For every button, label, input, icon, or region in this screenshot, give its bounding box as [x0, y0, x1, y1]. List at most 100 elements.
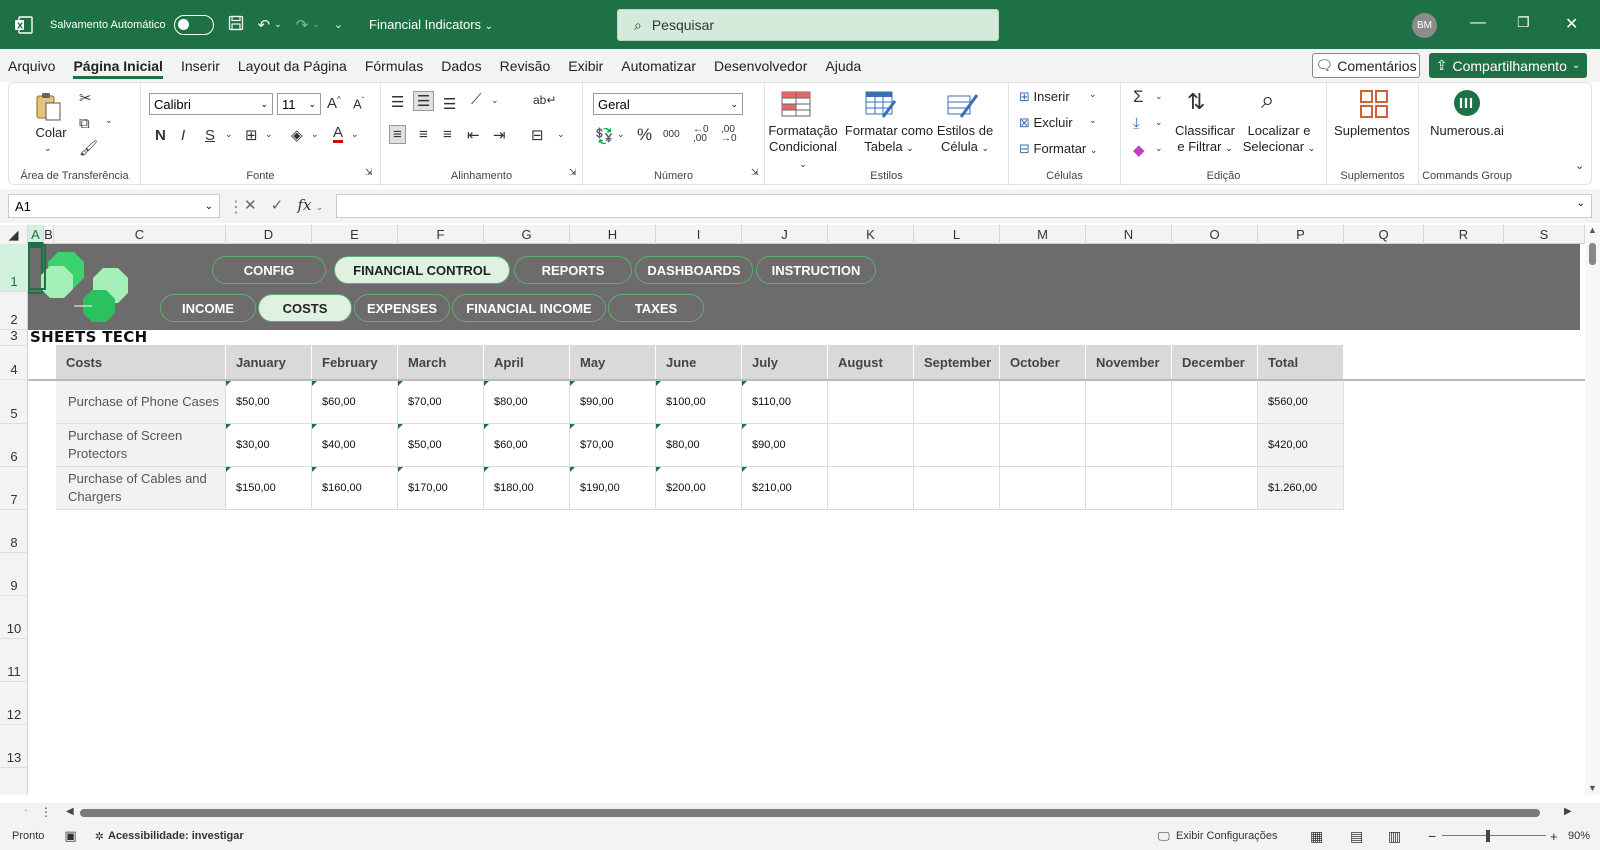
- page-layout-view-icon[interactable]: ▤: [1350, 828, 1363, 845]
- column-header[interactable]: B: [44, 225, 54, 244]
- row-header[interactable]: 6: [0, 424, 28, 467]
- collapse-ribbon-icon[interactable]: ⌄: [1575, 159, 1584, 172]
- orientation-dropdown-icon[interactable]: ⌄: [491, 95, 499, 106]
- row-header[interactable]: 11: [0, 639, 28, 682]
- zoom-in-icon[interactable]: +: [1550, 829, 1558, 844]
- value-cell[interactable]: $50,00: [398, 424, 484, 467]
- increase-decimal-icon[interactable]: ←0,00: [693, 125, 709, 144]
- nav-dashboards-button[interactable]: DASHBOARDS: [635, 256, 753, 284]
- format-cells-button[interactable]: ⊟ Formatar ⌄: [1019, 141, 1097, 158]
- currency-dropdown-icon[interactable]: ⌄: [617, 129, 625, 140]
- nav-financial-control-button[interactable]: FINANCIAL CONTROL: [334, 256, 510, 284]
- value-cell[interactable]: $60,00: [484, 424, 570, 467]
- clear-dropdown-icon[interactable]: ⌄: [1155, 143, 1163, 154]
- align-center-icon[interactable]: ≡: [419, 126, 428, 143]
- column-header[interactable]: P: [1258, 225, 1344, 244]
- find-select-label[interactable]: Localizar e Selecionar ⌄: [1239, 123, 1319, 156]
- close-icon[interactable]: ✕: [1565, 14, 1578, 34]
- row-header[interactable]: 3: [0, 328, 28, 346]
- scroll-left-icon[interactable]: ◀: [66, 806, 74, 817]
- fill-dropdown-icon[interactable]: ⌄: [311, 129, 319, 140]
- nav-reports-button[interactable]: REPORTS: [514, 256, 632, 284]
- macro-record-icon[interactable]: ▣: [64, 828, 76, 844]
- value-cell[interactable]: [1086, 467, 1172, 510]
- increase-indent-icon[interactable]: ⇥: [493, 126, 506, 144]
- table-header-cell[interactable]: June: [656, 345, 742, 379]
- font-size-select[interactable]: 11 ⌄: [277, 93, 321, 115]
- column-header[interactable]: Q: [1344, 225, 1424, 244]
- borders-icon[interactable]: ⊞: [245, 126, 258, 144]
- italic-icon[interactable]: I: [181, 127, 185, 144]
- minimize-icon[interactable]: —: [1470, 14, 1486, 32]
- sheet-nav-icon[interactable]: ·: [24, 805, 27, 816]
- value-cell[interactable]: [1172, 467, 1258, 510]
- column-header[interactable]: S: [1504, 225, 1585, 244]
- zoom-level[interactable]: 90%: [1568, 830, 1590, 842]
- nav-taxes-button[interactable]: TAXES: [608, 294, 704, 322]
- value-cell[interactable]: $90,00: [742, 424, 828, 467]
- cancel-icon[interactable]: ✕: [244, 197, 257, 214]
- number-format-select[interactable]: Geral ⌄: [593, 93, 743, 115]
- underline-icon[interactable]: S: [205, 127, 215, 144]
- row-header[interactable]: 10: [0, 596, 28, 639]
- table-header-cell[interactable]: July: [742, 345, 828, 379]
- row-label-cell[interactable]: Purchase of Phone Cases: [56, 381, 226, 424]
- value-cell[interactable]: $90,00: [570, 381, 656, 424]
- align-right-icon[interactable]: ≡: [443, 126, 452, 143]
- value-cell[interactable]: [828, 424, 914, 467]
- display-settings-label[interactable]: Exibir Configurações: [1176, 830, 1278, 842]
- total-cell[interactable]: $420,00: [1258, 424, 1344, 467]
- row-header[interactable]: 5: [0, 380, 28, 424]
- align-left-icon[interactable]: ≡: [389, 125, 406, 144]
- numerous-ai-label[interactable]: Numerous.ai: [1419, 123, 1515, 139]
- numerous-ai-icon[interactable]: [1453, 89, 1483, 117]
- copy-icon[interactable]: ⧉: [79, 115, 90, 132]
- display-settings-icon[interactable]: 🖵: [1158, 829, 1170, 844]
- column-header[interactable]: E: [312, 225, 398, 244]
- underline-dropdown-icon[interactable]: ⌄: [225, 129, 233, 140]
- column-header[interactable]: M: [1000, 225, 1086, 244]
- value-cell[interactable]: $110,00: [742, 381, 828, 424]
- value-cell[interactable]: $200,00: [656, 467, 742, 510]
- delete-dropdown-icon[interactable]: ⌄: [1089, 115, 1097, 126]
- copy-dropdown-icon[interactable]: ⌄: [105, 115, 113, 126]
- insert-function-icon[interactable]: fx: [298, 196, 312, 214]
- vertical-scrollbar[interactable]: ▲ ▼: [1585, 225, 1600, 795]
- value-cell[interactable]: [1172, 381, 1258, 424]
- table-header-cell[interactable]: August: [828, 345, 914, 379]
- row-header[interactable]: 2: [0, 292, 28, 330]
- menu-layout[interactable]: Layout da Página: [238, 53, 347, 79]
- value-cell[interactable]: $80,00: [484, 381, 570, 424]
- dialog-launcher-icon[interactable]: ⇲: [569, 167, 577, 178]
- undo-icon[interactable]: ↶: [258, 16, 271, 34]
- paste-icon[interactable]: [34, 91, 64, 121]
- sort-filter-label[interactable]: Classificar e Filtrar ⌄: [1173, 123, 1237, 156]
- menu-revisao[interactable]: Revisão: [500, 53, 551, 79]
- percent-icon[interactable]: %: [637, 125, 652, 145]
- table-header-cell[interactable]: Total: [1258, 345, 1344, 379]
- value-cell[interactable]: [1086, 424, 1172, 467]
- column-header[interactable]: C: [54, 225, 226, 244]
- nav-config-button[interactable]: CONFIG: [212, 256, 326, 284]
- cell-styles-label[interactable]: Estilos de Célula ⌄: [935, 123, 995, 156]
- fill-icon[interactable]: ⤓: [1133, 115, 1140, 132]
- bold-icon[interactable]: N: [155, 127, 166, 144]
- value-cell[interactable]: $30,00: [226, 424, 312, 467]
- column-header[interactable]: N: [1086, 225, 1172, 244]
- value-cell[interactable]: [828, 381, 914, 424]
- table-header-cell[interactable]: January: [226, 345, 312, 379]
- merge-center-icon[interactable]: ⊟: [531, 126, 544, 144]
- orientation-icon[interactable]: ⟋: [471, 91, 482, 108]
- value-cell[interactable]: $70,00: [570, 424, 656, 467]
- dialog-launcher-icon[interactable]: ⇲: [365, 167, 373, 178]
- value-cell[interactable]: $80,00: [656, 424, 742, 467]
- table-header-cell[interactable]: April: [484, 345, 570, 379]
- menu-formulas[interactable]: Fórmulas: [365, 53, 423, 79]
- nav-financial-income-button[interactable]: FINANCIAL INCOME: [452, 294, 606, 322]
- align-top-icon[interactable]: ☰: [391, 93, 404, 111]
- cut-icon[interactable]: ✂: [79, 89, 92, 107]
- customize-qat-icon[interactable]: ⌄: [334, 18, 343, 31]
- decrease-indent-icon[interactable]: ⇤: [467, 126, 480, 144]
- total-cell[interactable]: $1.260,00: [1258, 467, 1344, 510]
- nav-instruction-button[interactable]: INSTRUCTION: [756, 256, 876, 284]
